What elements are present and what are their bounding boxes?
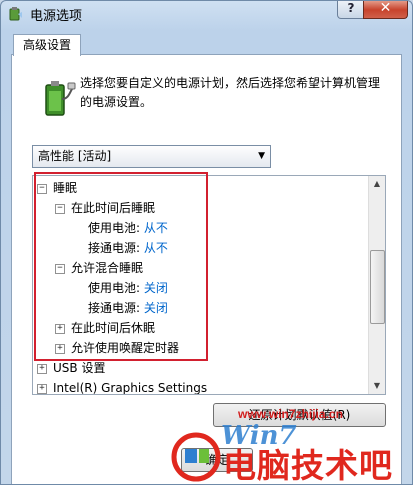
window-title: 电源选项 [30, 9, 83, 24]
tree-item-intel-graphics[interactable]: + Intel(R) Graphics Settings [37, 379, 208, 395]
watermark-big-text: 电脑技术吧 [223, 446, 393, 485]
expand-icon[interactable]: + [37, 363, 47, 374]
scroll-up-icon[interactable]: ▲ [371, 178, 383, 190]
close-button[interactable]: ✕ [363, 1, 408, 19]
chevron-down-icon: ▼ [258, 151, 265, 161]
tree-item-label: USB 设置 [53, 361, 106, 375]
highlight-box [34, 172, 208, 361]
help-button[interactable]: ? [337, 1, 365, 19]
power-plan-value: 高性能 [活动] [38, 149, 112, 163]
description-text: 选择您要自定义的电源计划，然后选择您希望计算机管理的电源设置。 [80, 76, 381, 109]
power-options-window: 电源选项 ? ✕ 高级设置 选择您要自定义的电源计划，然后选择您希望计算机管理的… [0, 0, 413, 485]
watermark-url: www.win7zhijia.cn [238, 407, 343, 421]
expand-icon[interactable]: + [37, 383, 47, 394]
power-options-icon [9, 7, 22, 21]
scrollbar-thumb[interactable] [370, 250, 385, 324]
power-plan-select[interactable]: 高性能 [活动] ▼ [32, 145, 271, 168]
watermark-logo-icon [171, 432, 221, 482]
tree-scrollbar[interactable]: ▲ ▼ [368, 176, 385, 394]
scroll-down-icon[interactable]: ▼ [371, 380, 383, 392]
tab-advanced-settings[interactable]: 高级设置 [13, 34, 82, 56]
tree-item-label: Intel(R) Graphics Settings [53, 381, 208, 395]
battery-plug-icon [45, 81, 76, 116]
title-bar: 电源选项 ? ✕ [1, 1, 412, 31]
tree-item-usb[interactable]: + USB 设置 [37, 359, 105, 378]
